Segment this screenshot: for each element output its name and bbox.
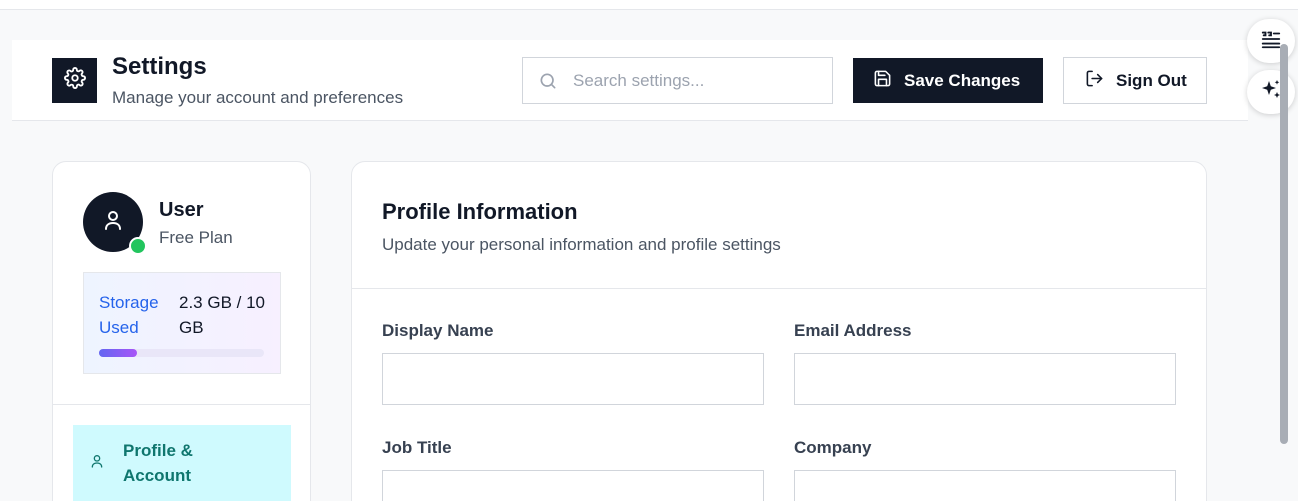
section-divider — [352, 288, 1206, 289]
save-changes-button[interactable]: Save Changes — [853, 58, 1043, 103]
display-name-label: Display Name — [382, 321, 494, 340]
page-title: Settings — [112, 53, 207, 80]
page-header: Settings Manage your account and prefere… — [12, 40, 1248, 121]
search-box[interactable] — [522, 57, 833, 104]
email-address-label: Email Address — [794, 321, 912, 340]
user-name: User — [159, 199, 204, 221]
user-plan: Free Plan — [159, 228, 233, 247]
search-icon — [538, 71, 558, 96]
storage-label: Storage Used — [99, 293, 159, 337]
storage-progress-fill — [99, 349, 137, 357]
profile-information-card: Profile Information Update your personal… — [351, 161, 1207, 501]
section-title: Profile Information — [382, 199, 578, 224]
logout-icon — [1085, 69, 1104, 93]
sign-out-button[interactable]: Sign Out — [1063, 57, 1207, 104]
sign-out-label: Sign Out — [1116, 70, 1187, 90]
scrollbar-thumb[interactable] — [1280, 44, 1288, 444]
search-input[interactable] — [573, 58, 823, 103]
top-bar — [0, 0, 1298, 10]
account-sidebar: User Free Plan Storage Used 2.3 GB / 10 … — [52, 161, 311, 501]
storage-progress-bar — [99, 349, 264, 357]
sidebar-item-label: Profile & Account — [123, 441, 193, 485]
user-icon — [101, 208, 125, 237]
company-field[interactable] — [794, 470, 1176, 501]
company-label: Company — [794, 438, 872, 457]
user-icon — [89, 453, 105, 474]
storage-usage-panel: Storage Used 2.3 GB / 10 GB — [83, 272, 281, 374]
sidebar-item-profile-account[interactable]: Profile & Account — [73, 425, 291, 501]
job-title-label: Job Title — [382, 438, 452, 457]
sidebar-divider — [53, 404, 310, 405]
email-field[interactable] — [794, 353, 1176, 405]
online-status-dot — [129, 237, 147, 255]
section-subtitle: Update your personal information and pro… — [382, 235, 781, 254]
storage-value: 2.3 GB / 10 GB — [179, 293, 265, 337]
gear-icon — [63, 67, 86, 94]
save-changes-label: Save Changes — [904, 70, 1021, 90]
display-name-field[interactable] — [382, 353, 764, 405]
quote-list-icon — [1260, 28, 1282, 55]
page-subtitle: Manage your account and preferences — [112, 88, 404, 107]
floppy-disk-icon — [873, 69, 892, 93]
settings-logo — [52, 58, 97, 103]
job-title-field[interactable] — [382, 470, 764, 501]
